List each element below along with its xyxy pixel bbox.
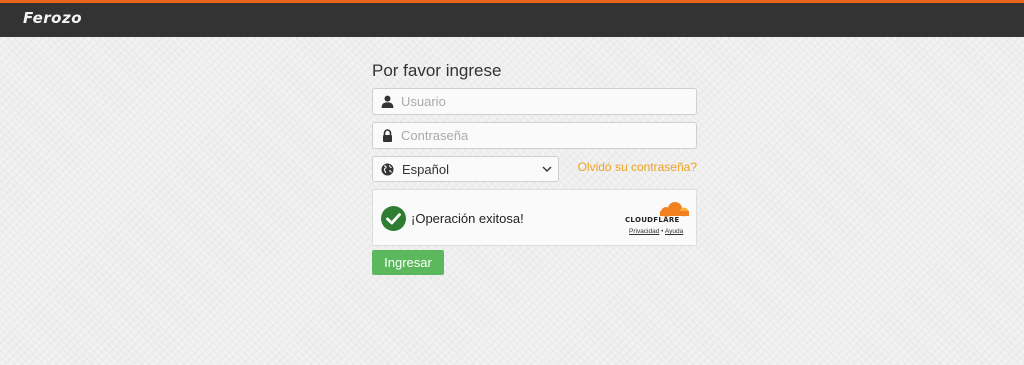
language-selected-value: Español — [402, 162, 449, 177]
username-input[interactable] — [401, 89, 691, 114]
ferozo-logo[interactable]: Ferozo — [23, 9, 82, 27]
privacy-link[interactable]: Privacidad — [629, 228, 659, 235]
help-link[interactable]: Ayuda — [665, 228, 683, 235]
top-bar: Ferozo — [0, 0, 1024, 37]
language-select[interactable]: Español — [372, 156, 559, 182]
cloudflare-turnstile-widget[interactable]: ¡Operación exitosa! CLOUDFLARE Privacida… — [372, 189, 697, 246]
captcha-links: Privacidad • Ayuda — [629, 228, 683, 235]
chevron-down-icon — [542, 166, 552, 172]
username-field[interactable] — [372, 88, 697, 115]
link-separator: • — [661, 228, 664, 235]
success-check-icon — [381, 206, 406, 231]
page-title: Por favor ingrese — [372, 61, 502, 80]
lock-icon — [383, 129, 392, 142]
forgot-password-link[interactable]: Olvidó su contraseña? — [578, 160, 697, 174]
password-field[interactable] — [372, 122, 697, 149]
login-button[interactable]: Ingresar — [372, 250, 444, 275]
login-form: Por favor ingrese Español Olvidó su cont… — [372, 60, 697, 275]
captcha-status-text: ¡Operación exitosa! — [411, 211, 524, 226]
user-icon — [381, 95, 394, 108]
globe-icon — [381, 163, 394, 176]
cloudflare-logo-text: CLOUDFLARE — [625, 216, 680, 224]
password-input[interactable] — [401, 123, 691, 148]
